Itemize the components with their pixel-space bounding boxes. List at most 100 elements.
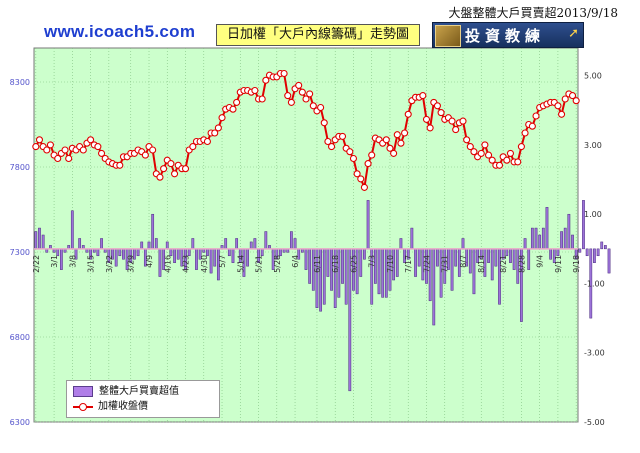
- site-url[interactable]: www.icoach5.com: [44, 22, 195, 42]
- x-axis-tick-label: 2/22: [32, 255, 41, 273]
- bar-buy-sell-47: [206, 248, 209, 257]
- bar-buy-sell-136: [530, 227, 534, 250]
- bar-buy-sell-141: [549, 248, 552, 260]
- right-axis-tick-label: -1.00: [584, 279, 605, 288]
- index-point-118: [463, 136, 471, 144]
- index-point-32: [149, 146, 157, 154]
- bar-buy-sell-22: [114, 248, 118, 267]
- bar-buy-sell-144: [560, 231, 563, 250]
- index-point-47: [203, 137, 211, 146]
- chart-title: 日加權「大戶內線籌碼」走勢圖: [216, 24, 420, 46]
- bar-buy-sell-7: [60, 248, 63, 270]
- right-axis-tick-label: -3.00: [584, 349, 605, 358]
- index-point-127: [495, 161, 504, 169]
- header-date-label: 大盤整體大戶買賣超2013/9/18: [448, 6, 618, 20]
- index-point-79: [320, 119, 328, 127]
- bar-buy-sell-62: [260, 248, 264, 257]
- bar-buy-sell-58: [246, 248, 249, 267]
- index-point-41: [181, 165, 190, 173]
- bar-buy-sell-155: [600, 241, 604, 250]
- bar-buy-sell-135: [527, 248, 531, 270]
- legend-entry-bars: 整體大戶買賣超值: [73, 385, 179, 399]
- bar-buy-sell-156: [604, 245, 607, 250]
- index-point-75: [306, 90, 314, 98]
- index-point-90: [360, 183, 368, 191]
- bar-buy-sell-143: [556, 248, 560, 257]
- bar-buy-sell-39: [176, 248, 180, 260]
- x-axis-tick-label: 4/30: [200, 255, 209, 273]
- bar-buy-sell-71: [293, 238, 297, 250]
- index-point-13: [79, 146, 87, 154]
- x-axis-tick-label: 7/24: [422, 255, 431, 273]
- bar-buy-sell-146: [567, 213, 571, 250]
- bar-buy-sell-52: [224, 238, 228, 250]
- index-point-8: [61, 146, 69, 154]
- bar-buy-sell-79: [322, 248, 326, 305]
- x-axis-tick-label: 5/28: [273, 255, 282, 273]
- index-point-108: [426, 124, 434, 132]
- index-point-30: [141, 151, 149, 159]
- index-point-129: [503, 156, 511, 164]
- bar-buy-sell-126: [494, 248, 498, 267]
- legend-label-line: 加權收盤價: [98, 401, 148, 412]
- index-point-55: [233, 98, 241, 106]
- index-point-134: [521, 129, 529, 137]
- bar-buy-sell-103: [410, 227, 414, 250]
- bar-buy-sell-23: [118, 248, 122, 257]
- index-point-106: [419, 92, 427, 100]
- bar-buy-sell-95: [381, 248, 385, 298]
- bar-buy-sell-147: [571, 234, 574, 250]
- index-point-143: [554, 102, 562, 110]
- bar-buy-sell-48: [209, 248, 213, 274]
- index-point-114: [448, 117, 456, 125]
- index-point-144: [558, 110, 566, 118]
- index-point-122: [477, 149, 485, 157]
- index-point-132: [514, 158, 522, 166]
- bar-buy-sell-124: [487, 248, 490, 263]
- legend-label-bars: 整體大戶買賣超值: [99, 386, 179, 397]
- bar-buy-sell-104: [414, 248, 417, 277]
- chart-legend: 整體大戶買賣超值 加權收盤價: [66, 380, 220, 418]
- bar-buy-sell-75: [308, 248, 312, 284]
- x-axis-tick-label: 7/3: [368, 255, 377, 268]
- bar-buy-sell-99: [395, 248, 399, 277]
- index-point-87: [349, 154, 358, 163]
- bar-buy-sell-125: [490, 248, 494, 281]
- chart-stage: 6300 6800 7300 7800 8300 -5.00 -3.00 -1.00 1.00 3…: [0, 0, 640, 453]
- x-axis-tick-label: 6/11: [313, 255, 322, 273]
- x-axis-tick-label: 8/28: [517, 255, 526, 273]
- bar-buy-sell-105: [417, 248, 421, 267]
- left-axis-tick-label: 6800: [10, 333, 30, 342]
- bar-buy-sell-91: [366, 200, 370, 250]
- bar-buy-sell-70: [290, 231, 293, 250]
- index-point-0: [32, 143, 40, 151]
- bar-buy-sell-54: [231, 248, 235, 263]
- bar-buy-sell-129: [505, 248, 509, 257]
- x-axis-tick-label: 6/25: [349, 255, 358, 273]
- brand-logo[interactable]: 投資教練 ➚: [432, 22, 584, 48]
- index-point-91: [364, 160, 372, 168]
- bar-buy-sell-115: [454, 248, 458, 267]
- bar-buy-sell-49: [213, 248, 217, 267]
- index-point-1: [35, 136, 44, 144]
- index-point-92: [368, 151, 376, 159]
- bar-buy-sell-149: [578, 248, 582, 253]
- index-point-81: [328, 143, 336, 151]
- index-point-86: [346, 148, 354, 156]
- index-point-34: [156, 173, 164, 181]
- x-axis-tick-label: 6/18: [331, 255, 340, 273]
- bar-buy-sell-18: [100, 238, 103, 250]
- bar-buy-sell-145: [563, 227, 567, 250]
- index-point-9: [65, 154, 73, 163]
- bar-buy-sell-151: [585, 248, 589, 257]
- logo-emblem-icon: [435, 25, 461, 47]
- index-point-136: [528, 122, 536, 130]
- index-point-38: [171, 170, 179, 178]
- x-axis-tick-label: 5/7: [218, 255, 227, 268]
- index-point-96: [382, 136, 390, 144]
- bar-buy-sell-60: [253, 238, 257, 250]
- x-axis-tick-label: 3/1: [50, 255, 59, 268]
- index-point-4: [46, 141, 54, 149]
- x-axis-tick-label: 4/16: [163, 255, 172, 273]
- x-axis-tick-label: 9/11: [554, 255, 563, 273]
